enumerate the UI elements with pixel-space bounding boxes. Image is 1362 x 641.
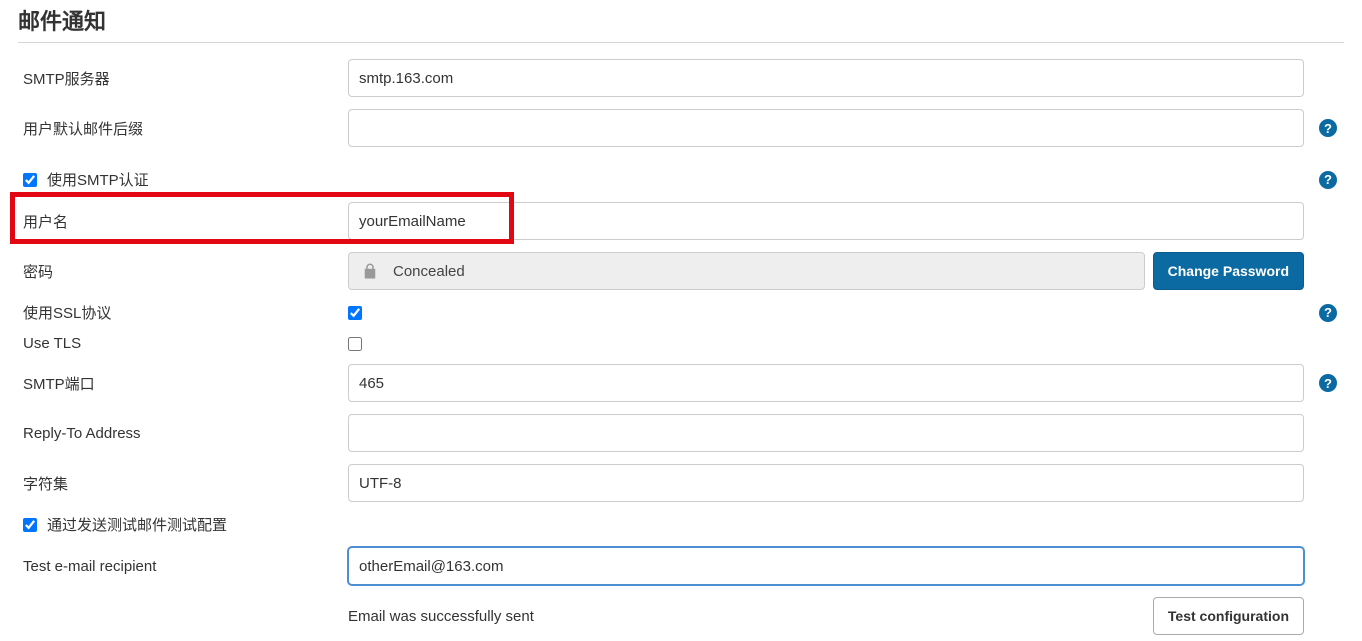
lock-icon (361, 262, 379, 280)
change-password-button[interactable]: Change Password (1153, 252, 1304, 290)
test-by-send-checkbox[interactable] (23, 518, 37, 532)
label-charset: 字符集 (18, 473, 348, 494)
row-test-result: Email was successfully sent Test configu… (18, 591, 1344, 641)
email-notification-form: SMTP服务器 用户默认邮件后缀 ? 使用SMTP认证 ? 用户名 密码 (18, 43, 1344, 641)
label-test-by-send: 通过发送测试邮件测试配置 (47, 514, 227, 535)
help-icon[interactable]: ? (1319, 119, 1337, 137)
username-input[interactable] (348, 202, 1304, 240)
help-icon[interactable]: ? (1319, 171, 1337, 189)
row-charset: 字符集 (18, 458, 1344, 508)
help-icon[interactable]: ? (1319, 304, 1337, 322)
label-smtp-server: SMTP服务器 (18, 68, 348, 89)
row-use-ssl: 使用SSL协议 ? (18, 296, 1344, 329)
row-reply-to: Reply-To Address (18, 408, 1344, 458)
row-use-tls: Use TLS (18, 329, 1344, 358)
label-reply-to: Reply-To Address (18, 425, 348, 442)
default-suffix-input[interactable] (348, 109, 1304, 147)
test-configuration-button[interactable]: Test configuration (1153, 597, 1304, 635)
use-ssl-checkbox[interactable] (348, 306, 362, 320)
row-smtp-port: SMTP端口 ? (18, 358, 1344, 408)
label-smtp-port: SMTP端口 (18, 373, 348, 394)
reply-to-input[interactable] (348, 414, 1304, 452)
label-password: 密码 (18, 261, 348, 282)
row-test-recipient: Test e-mail recipient (18, 541, 1344, 591)
password-concealed: Concealed (348, 252, 1145, 290)
use-smtp-auth-checkbox[interactable] (23, 173, 37, 187)
charset-input[interactable] (348, 464, 1304, 502)
label-default-suffix: 用户默认邮件后缀 (18, 118, 348, 139)
help-icon[interactable]: ? (1319, 374, 1337, 392)
test-recipient-input[interactable] (348, 547, 1304, 585)
section-title: 邮件通知 (18, 0, 1344, 43)
label-username: 用户名 (18, 211, 348, 232)
password-concealed-text: Concealed (393, 263, 465, 280)
row-smtp-server: SMTP服务器 (18, 53, 1344, 103)
row-use-smtp-auth: 使用SMTP认证 ? (18, 163, 1344, 196)
row-username: 用户名 (18, 196, 1344, 246)
use-tls-checkbox[interactable] (348, 337, 362, 351)
test-result-text: Email was successfully sent (348, 608, 1153, 625)
smtp-server-input[interactable] (348, 59, 1304, 97)
row-default-suffix: 用户默认邮件后缀 ? (18, 103, 1344, 153)
smtp-port-input[interactable] (348, 364, 1304, 402)
row-test-by-send: 通过发送测试邮件测试配置 (18, 508, 1344, 541)
label-test-recipient: Test e-mail recipient (18, 558, 348, 575)
label-use-smtp-auth: 使用SMTP认证 (47, 169, 149, 190)
label-use-tls: Use TLS (18, 335, 348, 352)
label-use-ssl: 使用SSL协议 (18, 302, 348, 323)
row-password: 密码 Concealed Change Password (18, 246, 1344, 296)
